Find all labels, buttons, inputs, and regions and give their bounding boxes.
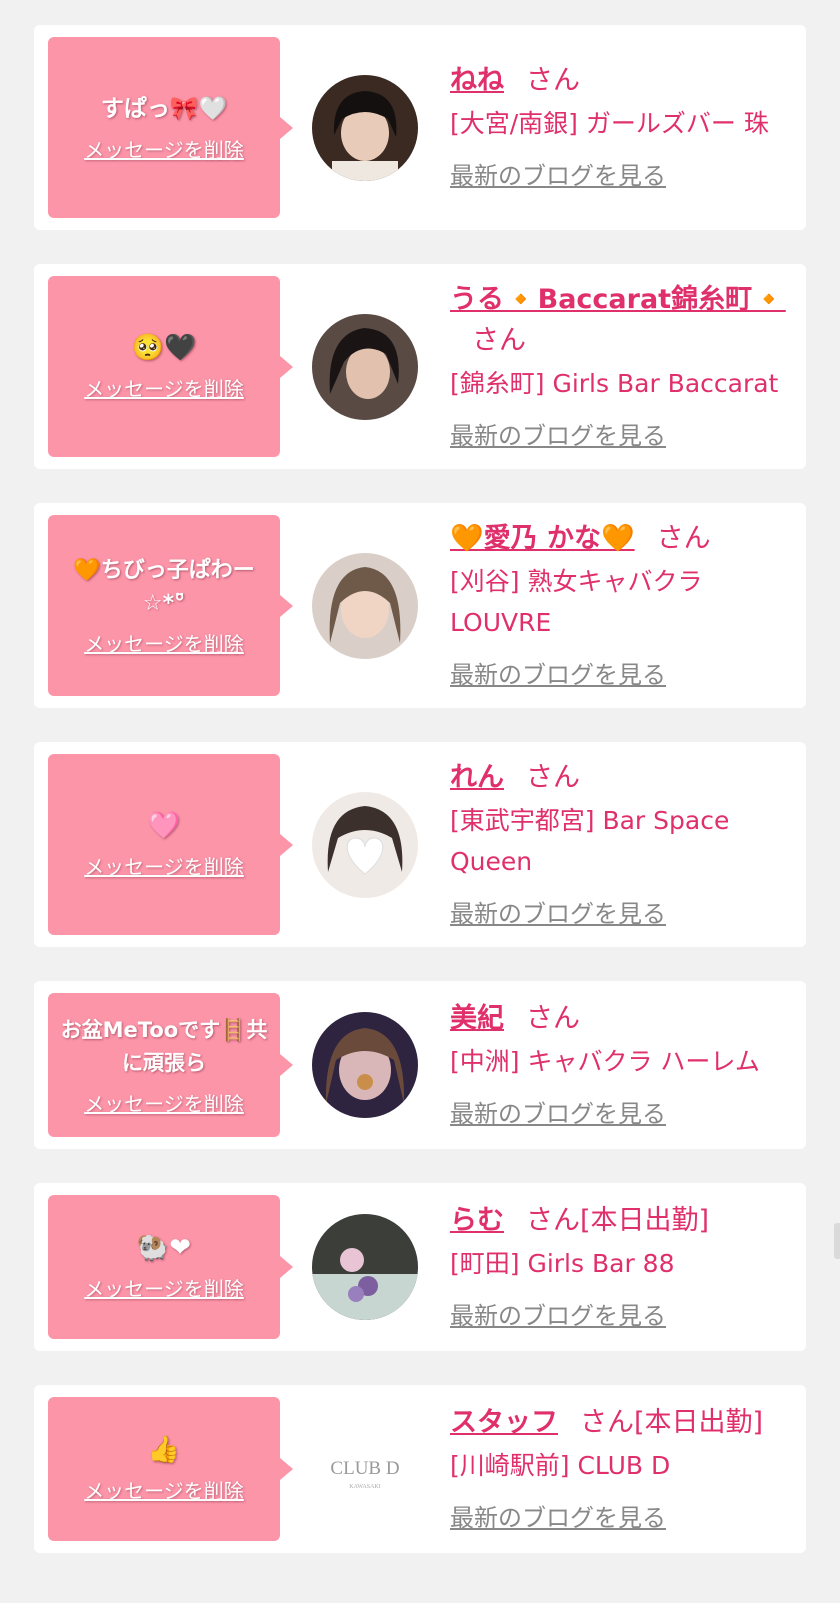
delete-message-link[interactable]: メッセージを削除: [84, 1088, 244, 1117]
message-card: お盆MeTooです🪜共に頑張ら メッセージを削除 美紀 さん [中洲] キャバクラ…: [34, 981, 806, 1149]
message-bubble: 👍 メッセージを削除: [48, 1397, 293, 1541]
message-text: 🐏❤: [136, 1233, 192, 1263]
shop-name: [大宮/南銀] ガールズバー 珠: [450, 109, 769, 138]
delete-message-link[interactable]: メッセージを削除: [84, 628, 244, 657]
name-suffix: さん: [526, 761, 580, 793]
message-bubble: 🥺🖤 メッセージを削除: [48, 276, 293, 457]
scrollbar-thumb[interactable]: [834, 1223, 840, 1259]
view-latest-blog-link[interactable]: 最新のブログを見る: [450, 1296, 792, 1331]
message-card: 🩷 メッセージを削除 れん さん [東武宇都宮] Bar Space Queen …: [34, 742, 806, 947]
message-bubble: 🩷 メッセージを削除: [48, 754, 293, 935]
view-latest-blog-link[interactable]: 最新のブログを見る: [450, 1094, 792, 1129]
message-card: 🐏❤ メッセージを削除 らむ さん[本日出勤] [町田] Girls Bar 88…: [34, 1183, 806, 1351]
avatar[interactable]: [312, 313, 418, 420]
profile-name-link[interactable]: スタッフ: [450, 1407, 558, 1438]
view-latest-blog-link[interactable]: 最新のブログを見る: [450, 416, 792, 451]
profile-name-link[interactable]: らむ: [450, 1205, 504, 1236]
message-bubble: お盆MeTooです🪜共に頑張ら メッセージを削除: [48, 993, 293, 1137]
avatar[interactable]: [312, 74, 418, 181]
club-logo-text: CLUB D: [330, 1458, 399, 1479]
profile-name-link[interactable]: 美紀: [450, 1003, 504, 1034]
club-logo-sub: KAWASAKI: [349, 1484, 381, 1490]
message-card: すぱっ🎀🤍 メッセージを削除 ねね さん [大宮/南銀] ガールズバー 珠 最新の…: [34, 25, 806, 230]
profile-name-link[interactable]: 🧡愛乃 かな🧡: [450, 523, 635, 554]
message-list: すぱっ🎀🤍 メッセージを削除 ねね さん [大宮/南銀] ガールズバー 珠 最新の…: [34, 25, 806, 1587]
message-text: 🩷: [147, 810, 181, 841]
name-suffix: さん: [656, 522, 711, 554]
message-card: 🥺🖤 メッセージを削除 うる🔸Baccarat錦糸町🔸 さん [錦糸町] Girl…: [34, 264, 806, 469]
name-suffix: さん: [472, 324, 526, 356]
message-text: すぱっ🎀🤍: [100, 95, 228, 122]
view-latest-blog-link[interactable]: 最新のブログを見る: [450, 156, 792, 191]
message-text: お盆MeTooです🪜共に頑張ら: [60, 1017, 268, 1075]
profile-name-link[interactable]: ねね: [450, 65, 504, 96]
delete-message-link[interactable]: メッセージを削除: [84, 1475, 244, 1504]
profile-name-link[interactable]: れん: [450, 762, 504, 793]
name-suffix: さん[本日出勤]: [580, 1406, 764, 1438]
message-bubble: 🐏❤ メッセージを削除: [48, 1195, 293, 1339]
avatar[interactable]: [312, 791, 418, 898]
delete-message-link[interactable]: メッセージを削除: [84, 134, 244, 163]
shop-name: [川崎駅前] CLUB D: [450, 1450, 671, 1480]
shop-name: [東武宇都宮] Bar Space Queen: [450, 805, 730, 876]
profile-name-link[interactable]: うる🔸Baccarat錦糸町🔸: [450, 284, 786, 315]
delete-message-link[interactable]: メッセージを削除: [84, 851, 244, 880]
name-suffix: さん: [526, 1002, 580, 1034]
message-text: 👍: [147, 1435, 181, 1465]
view-latest-blog-link[interactable]: 最新のブログを見る: [450, 655, 792, 690]
name-suffix: さん: [526, 65, 580, 96]
avatar[interactable]: [312, 552, 418, 659]
shop-name: [刈谷] 熟女キャバクラ LOUVRE: [450, 566, 703, 637]
view-latest-blog-link[interactable]: 最新のブログを見る: [450, 1498, 792, 1533]
delete-message-link[interactable]: メッセージを削除: [84, 1273, 244, 1302]
view-latest-blog-link[interactable]: 最新のブログを見る: [450, 894, 792, 929]
avatar[interactable]: [312, 1214, 418, 1320]
message-bubble: すぱっ🎀🤍 メッセージを削除: [48, 37, 293, 218]
shop-name: [町田] Girls Bar 88: [450, 1248, 675, 1278]
delete-message-link[interactable]: メッセージを削除: [84, 373, 244, 402]
avatar[interactable]: CLUB D KAWASAKI: [312, 1416, 418, 1522]
message-bubble: 🧡ちびっ子ぱわー☆*°̈ メッセージを削除: [48, 515, 293, 696]
shop-name: [錦糸町] Girls Bar Baccarat: [450, 368, 779, 398]
name-suffix: さん[本日出勤]: [526, 1204, 710, 1236]
message-text: 🥺🖤: [131, 332, 197, 363]
avatar[interactable]: [312, 1012, 418, 1118]
message-card: 🧡ちびっ子ぱわー☆*°̈ メッセージを削除 🧡愛乃 かな🧡 さん [刈谷] 熟女キ…: [34, 503, 806, 708]
message-text: 🧡ちびっ子ぱわー☆*°̈: [73, 558, 255, 616]
shop-name: [中洲] キャバクラ ハーレム: [450, 1046, 760, 1076]
message-card: 👍 メッセージを削除 CLUB D KAWASAKI スタッフ さん[本日出勤] …: [34, 1385, 806, 1553]
